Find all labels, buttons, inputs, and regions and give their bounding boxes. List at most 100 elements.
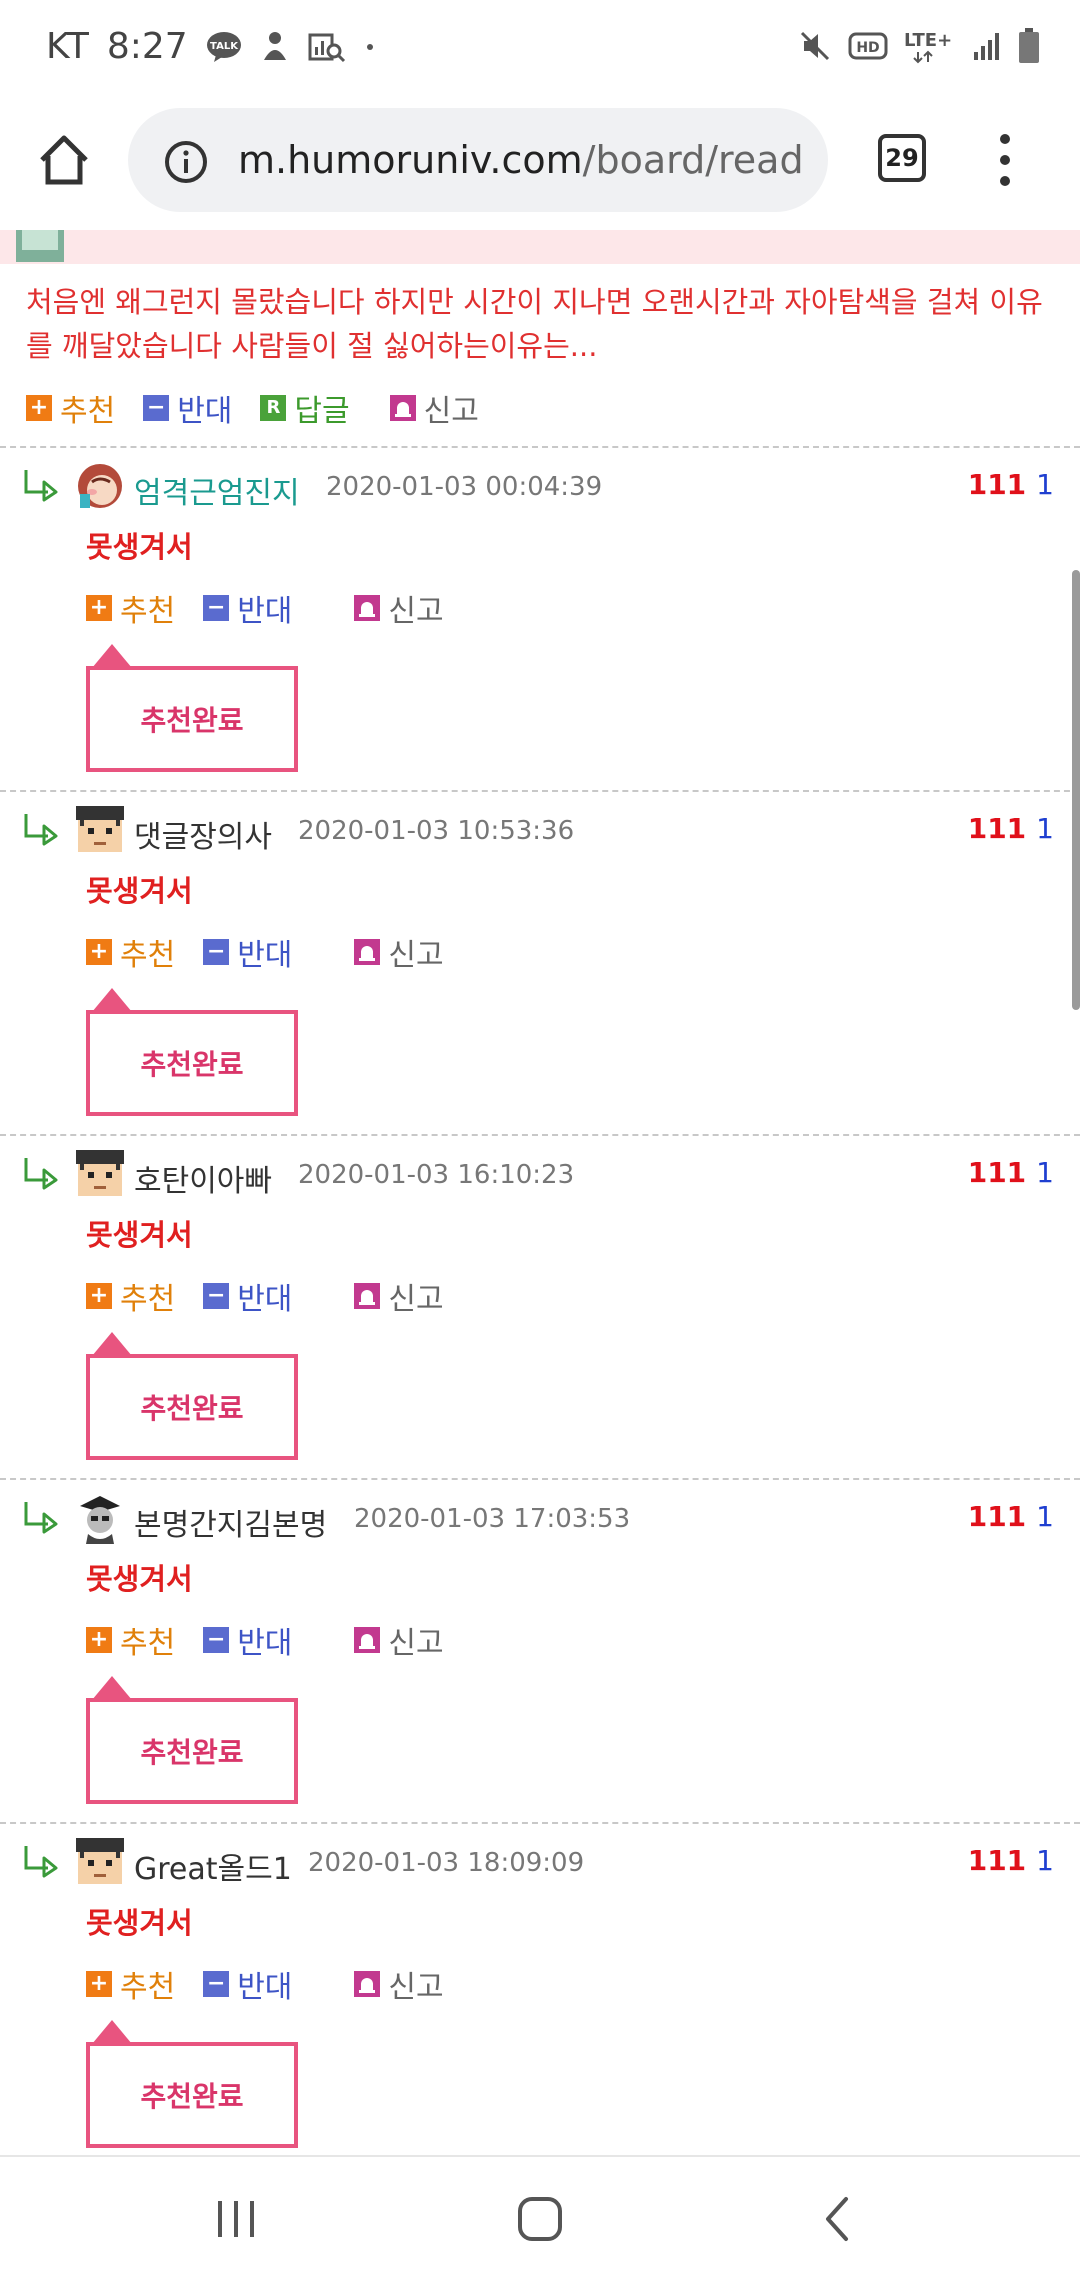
siren-icon [354, 1283, 381, 1309]
minus-icon: − [203, 595, 230, 621]
page-content: 처음엔 왜그런지 몰랐습니다 하지만 시간이 지나면 오랜시간과 자아탐색을 걸… [0, 230, 1080, 2155]
recommend-label: 추천 [120, 1282, 176, 1317]
recommend-button[interactable]: + 추천 [86, 586, 175, 630]
comment-author[interactable]: 본명간지김본명 [134, 1500, 327, 1544]
recommend-label: 추천 [60, 394, 116, 429]
oppose-label: 반대 [237, 594, 293, 629]
tooltip-pointer [92, 988, 132, 1012]
downvote-count: 1 [1036, 1156, 1054, 1189]
vote-counts: 111 1 [968, 812, 1054, 845]
vote-counts: 111 1 [968, 1844, 1054, 1877]
comment-text: 못생겨서 [86, 1218, 193, 1252]
plus-icon: + [86, 595, 112, 621]
oppose-label: 반대 [237, 1282, 293, 1317]
recommend-button[interactable]: + 추천 [86, 930, 175, 974]
comment-text: 못생겨서 [86, 1906, 193, 1940]
divider [0, 1134, 1080, 1136]
tab-switcher-button[interactable]: 29 [878, 134, 926, 182]
report-button[interactable]: 신고 [354, 586, 444, 630]
avatar[interactable] [74, 460, 126, 512]
comment-actions: + 추천 − 반대 신고 [86, 1962, 472, 2006]
downvote-count: 1 [1036, 812, 1054, 845]
reply-badge-icon: R [260, 395, 287, 421]
comment-item: 댓글장의사 2020-01-03 10:53:36 111 1 못생겨서 + 추천 … [0, 798, 1080, 1142]
recommend-button[interactable]: + 추천 [26, 386, 115, 430]
oppose-button[interactable]: − 반대 [143, 386, 232, 430]
comment-date: 2020-01-03 17:03:53 [354, 1504, 631, 1534]
comment-author[interactable]: Great올드1 [134, 1844, 292, 1888]
plus-icon: + [26, 395, 52, 421]
upvote-count: 111 [967, 1500, 1027, 1533]
reply-arrow-icon [24, 814, 58, 846]
report-button[interactable]: 신고 [354, 1962, 444, 2006]
plus-icon: + [86, 1627, 112, 1653]
avatar[interactable] [74, 1492, 126, 1544]
comment-date: 2020-01-03 00:04:39 [326, 472, 603, 502]
comment-actions: + 추천 − 반대 신고 [86, 586, 472, 630]
avatar[interactable] [74, 1836, 126, 1888]
comment-actions: + 추천 − 반대 신고 [86, 1274, 472, 1318]
avatar[interactable] [74, 1148, 126, 1200]
home-button[interactable] [512, 2189, 568, 2249]
avatar[interactable] [74, 804, 126, 856]
browser-home-button[interactable] [34, 130, 94, 190]
url-path: /board/read [582, 138, 804, 182]
vote-counts: 111 1 [968, 1156, 1054, 1189]
minus-icon: − [203, 939, 230, 965]
oppose-button[interactable]: − 반대 [203, 1962, 292, 2006]
browser-menu-button[interactable] [990, 130, 1020, 190]
oppose-button[interactable]: − 반대 [203, 1274, 292, 1318]
reply-arrow-icon [24, 1502, 58, 1534]
recommend-button[interactable]: + 추천 [86, 1274, 175, 1318]
comment-actions: + 추천 − 반대 신고 [86, 930, 472, 974]
report-button[interactable]: 신고 [354, 1618, 444, 1662]
comment-text: 못생겨서 [86, 530, 193, 564]
downvote-count: 1 [1036, 1500, 1054, 1533]
site-info-icon[interactable] [164, 140, 208, 184]
oppose-label: 반대 [237, 1970, 293, 2005]
post-actions: + 추천 − 반대 R 답글 신고 [26, 386, 507, 430]
recommend-complete-popup: 추천완료 [86, 666, 298, 772]
plus-icon: + [86, 1971, 112, 1997]
plus-icon: + [86, 1283, 112, 1309]
mute-icon [798, 29, 832, 63]
comment-author[interactable]: 댓글장의사 [134, 812, 272, 856]
report-label: 신고 [388, 1970, 444, 2005]
recent-apps-button[interactable] [210, 2193, 262, 2245]
recommend-complete-popup: 추천완료 [86, 2042, 298, 2148]
vote-counts: 111 1 [968, 468, 1054, 501]
clock: 8:27 [106, 26, 188, 67]
signal-strength-icon [972, 30, 1002, 62]
minus-icon: − [143, 395, 170, 421]
comment-item: 호탄이아빠 2020-01-03 16:10:23 111 1 못생겨서 + 추천 … [0, 1142, 1080, 1486]
comment-item: 엄격근엄진지 2020-01-03 00:04:39 111 1 못생겨서 + 추천… [0, 454, 1080, 798]
network-type-text: LTE+ [904, 30, 952, 51]
reply-arrow-icon [24, 1158, 58, 1190]
oppose-button[interactable]: − 반대 [203, 1618, 292, 1662]
upvote-count: 111 [967, 812, 1027, 845]
report-button[interactable]: 신고 [389, 386, 479, 430]
scrollbar[interactable] [1072, 570, 1080, 1010]
comment-author[interactable]: 엄격근엄진지 [134, 468, 300, 512]
recommend-button[interactable]: + 추천 [86, 1618, 175, 1662]
oppose-button[interactable]: − 반대 [203, 586, 292, 630]
url-host: m.humoruniv.com [238, 138, 583, 182]
report-button[interactable]: 신고 [354, 1274, 444, 1318]
recommend-complete-popup: 추천완료 [86, 1354, 298, 1460]
siren-icon [354, 1971, 381, 1997]
reply-button[interactable]: R 답글 [260, 386, 350, 430]
comment-date: 2020-01-03 10:53:36 [298, 816, 575, 846]
recommend-button[interactable]: + 추천 [86, 1962, 175, 2006]
oppose-label: 반대 [237, 1626, 293, 1661]
divider [0, 790, 1080, 792]
notification-app-icon [260, 30, 290, 64]
back-button[interactable] [812, 2193, 864, 2245]
report-button[interactable]: 신고 [354, 930, 444, 974]
url-text[interactable]: m.humoruniv.com/board/read [238, 138, 818, 182]
more-notifications-dot-icon [364, 41, 376, 53]
recommend-label: 추천 [120, 1626, 176, 1661]
address-bar[interactable]: m.humoruniv.com/board/read [128, 108, 828, 212]
oppose-button[interactable]: − 반대 [203, 930, 292, 974]
recommend-complete-popup: 추천완료 [86, 1010, 298, 1116]
comment-author[interactable]: 호탄이아빠 [134, 1156, 272, 1200]
